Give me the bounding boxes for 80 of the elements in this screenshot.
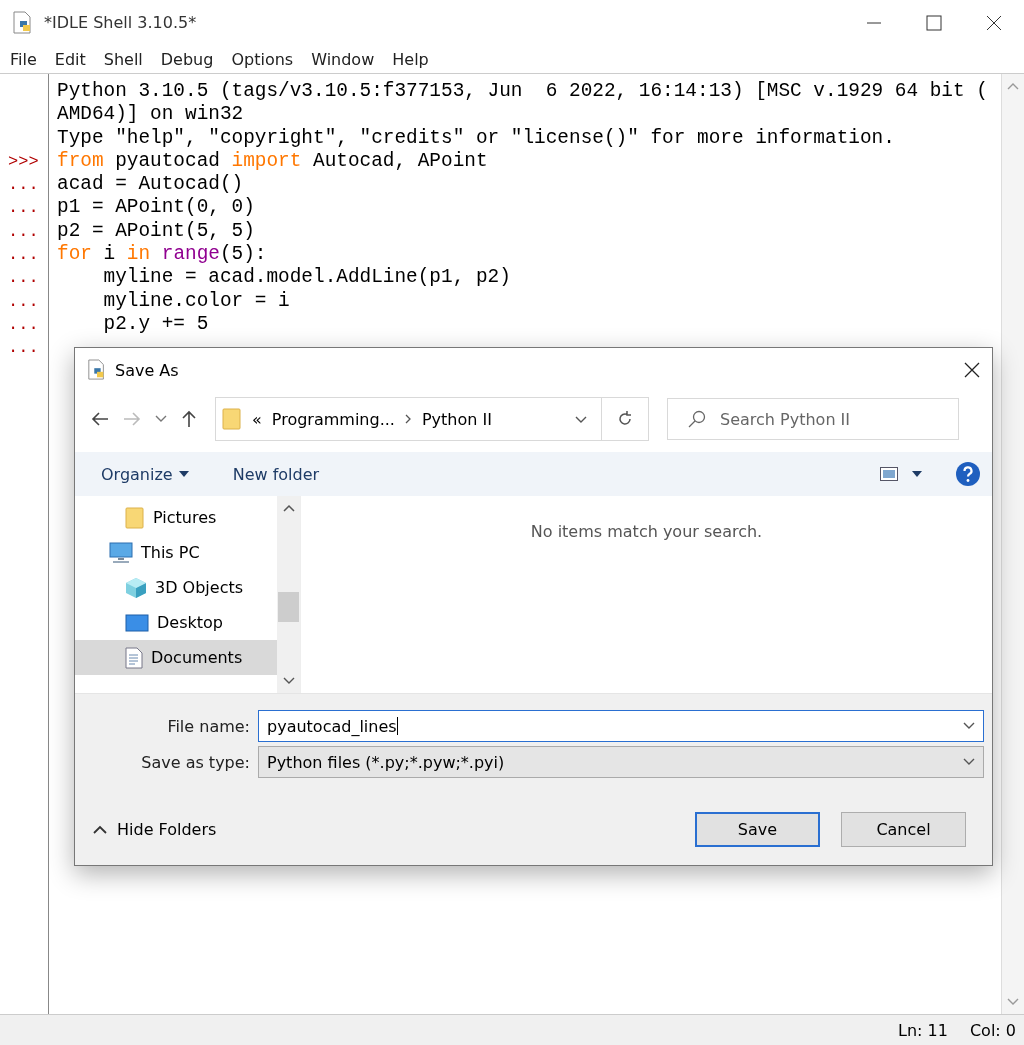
menu-item[interactable]: Window [301,49,383,69]
prompt-marker: ... [7,337,39,360]
menu-item[interactable]: Options [221,49,302,69]
save-button[interactable]: Save [695,812,820,847]
scroll-down-icon [282,677,295,685]
hide-folders-toggle[interactable]: Hide Folders [93,820,674,839]
code-line: Type "help", "copyright", "credits" or "license()" for more information. [57,126,895,149]
prompt-marker: ... [7,174,39,197]
line-number: Ln: 11 [898,1020,948,1040]
python-file-icon [87,359,107,381]
file-type-label: Save as type: [140,752,250,772]
code-line: from pyautocad import Autocad, APoint [57,149,488,172]
code-line: myline = acad.model.AddLine(p1, p2) [102,266,511,289]
menu-item[interactable]: Shell [93,49,151,69]
dropdown-icon [575,416,587,424]
file-name-label: File name: [166,716,250,736]
address-bar[interactable]: « Programming... Python II [215,397,649,441]
folder-tree-item[interactable]: Pictures [75,500,277,535]
organize-menu[interactable]: Organize [101,464,189,484]
caret-icon [178,471,189,477]
python-file-icon [12,10,34,35]
folder-tree-item[interactable]: This PC [75,535,277,570]
code-line: p2 = APoint(5, 5) [57,219,255,242]
code-line: acad = Autocad() [57,173,244,196]
overflow-marker[interactable]: « [252,409,262,429]
prompt-marker: ... [7,197,39,220]
up-arrow-icon[interactable] [181,410,197,428]
scroll-down-icon [1007,998,1019,1006]
search-field[interactable]: Search Python II [667,398,959,440]
document-icon [125,646,143,669]
recent-locations-icon [155,415,167,423]
folder-tree-item[interactable]: 3D Objects [75,570,277,605]
file-name-field[interactable]: pyautocad_lines [258,710,984,742]
prompt-marker: >>> [7,150,39,173]
help-icon[interactable] [956,462,980,486]
folder-tree-item[interactable]: Desktop [75,605,277,640]
new-folder-button[interactable]: New folder [232,464,880,484]
prompt-marker: ... [7,267,39,290]
monitor-icon [109,541,133,564]
menu-item[interactable]: Help [382,49,437,69]
window-title: *IDLE Shell 3.10.5* [44,13,198,32]
code-line: for i in range(5): [57,243,267,266]
separator-chevron-icon [404,414,412,424]
close-icon[interactable] [964,362,980,378]
prompt-marker: ... [7,220,39,243]
cube-icon [125,576,147,599]
breadcrumb[interactable]: Python II [421,409,492,429]
chevron-up-icon [93,825,107,834]
dropdown-icon [963,758,975,766]
prompt-marker: ... [7,313,39,336]
menu-item[interactable]: File [0,49,45,69]
file-type-dropdown[interactable]: Python files (*.py;*.pyw;*.pyi) [258,746,984,778]
refresh-icon[interactable] [617,410,633,428]
maximize-icon[interactable] [926,14,942,31]
code-line: p2.y += 5 [102,312,209,335]
code-line: myline.color = i [102,289,290,312]
column-number: Col: 0 [969,1020,1016,1040]
cancel-button[interactable]: Cancel [841,812,966,847]
view-options-icon[interactable] [880,467,898,481]
caret-icon[interactable] [912,471,922,477]
search-icon [688,410,706,428]
dropdown-icon [963,722,975,730]
prompt-marker: ... [7,290,39,313]
code-line: Python 3.10.5 (tags/v3.10.5:f377153, Jun 6 2022, 16:14:13) [MSC v.1929 64 bit ( [57,80,988,102]
desktop-icon [125,613,149,632]
code-line: AMD64)] on win32 [57,103,244,126]
prompt-marker: ... [7,244,39,267]
empty-message: No items match your search. [530,522,763,543]
scroll-up-icon[interactable] [282,504,295,512]
folder-icon [222,408,242,430]
scroll-thumb[interactable] [278,592,299,622]
breadcrumb[interactable]: Programming... [271,409,395,429]
code-line: p1 = APoint(0, 0) [57,196,255,219]
menu-item[interactable]: Edit [44,49,94,69]
close-icon[interactable] [986,14,1002,31]
folder-icon [125,506,145,529]
back-arrow-icon[interactable] [91,411,109,427]
menu-item[interactable]: Debug [150,49,222,69]
folder-tree-item[interactable]: Documents [75,640,277,675]
dialog-title: Save As [115,360,180,380]
